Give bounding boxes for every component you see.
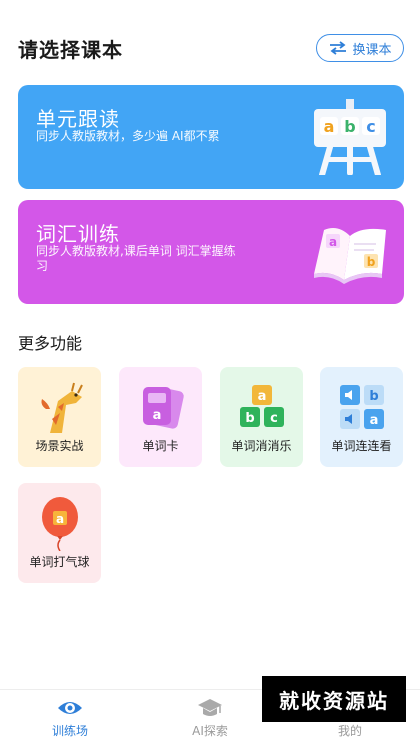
feature-scene-practice[interactable]: 场景实战 [18, 367, 101, 467]
letter-b: b [367, 255, 376, 269]
letter-c: c [366, 117, 375, 136]
swap-arrows-icon [330, 41, 347, 55]
letter-c: c [270, 411, 278, 426]
nav-training-ground[interactable]: 训练场 [20, 696, 120, 739]
feature-label: 单词卡 [142, 439, 179, 453]
letter-a: a [257, 389, 266, 404]
card-description: 同步人教版教材，多少遍 AI都不累 [36, 129, 220, 143]
word-cards-icon: a [142, 387, 184, 429]
header: 请选择课本 换课本 [18, 30, 404, 66]
nav-label: 训练场 [51, 724, 88, 738]
graduation-cap-icon [198, 699, 222, 716]
switch-textbook-label: 换课本 [352, 42, 392, 58]
feature-word-cards[interactable]: a 单词卡 [119, 367, 202, 467]
watermark-overlay: 就收资源站 [262, 676, 406, 722]
feature-label: 单词连连看 [331, 439, 392, 453]
letter-b: b [344, 117, 355, 136]
letter-b: b [369, 389, 378, 404]
match-tiles-icon: b a [339, 385, 384, 429]
feature-label: 单词打气球 [29, 555, 90, 569]
letter-a: a [324, 117, 335, 136]
card-title: 单元跟读 [36, 107, 120, 131]
letter-a: a [369, 413, 378, 428]
feature-word-match[interactable]: b a 单词连连看 [320, 367, 403, 467]
feature-word-elimination[interactable]: a b c 单词消消乐 [220, 367, 303, 467]
card-description: 同步人教版教材,课后单词 词汇掌握练习 [36, 244, 236, 273]
letter-a: a [55, 512, 63, 526]
nav-ai-explore[interactable]: AI探索 [160, 696, 260, 739]
unit-read-along-card[interactable]: 单元跟读 同步人教版教材，多少遍 AI都不累 a b c [18, 85, 404, 189]
nav-label: AI探索 [192, 724, 228, 738]
switch-textbook-button[interactable]: 换课本 [316, 34, 404, 62]
letter-blocks-icon: a b c [239, 385, 284, 427]
letter-a: a [152, 408, 161, 423]
feature-word-balloon[interactable]: a 单词打气球 [18, 483, 101, 583]
page-title: 请选择课本 [18, 38, 123, 62]
feature-label: 单词消消乐 [231, 439, 292, 453]
eye-icon [58, 702, 82, 714]
card-title: 词汇训练 [36, 222, 120, 246]
letter-b: b [245, 411, 254, 426]
letter-a: a [329, 235, 337, 249]
feature-label: 场景实战 [35, 439, 84, 453]
giraffe-icon [41, 382, 83, 433]
vocabulary-training-card[interactable]: 词汇训练 同步人教版教材,课后单词 词汇掌握练习 a b [18, 200, 404, 304]
open-book-icon: a b [314, 228, 386, 284]
nav-label: 我的 [337, 724, 362, 738]
balloon-icon: a [41, 497, 78, 551]
more-features-title: 更多功能 [18, 334, 83, 353]
easel-abc-icon: a b c [314, 99, 386, 175]
